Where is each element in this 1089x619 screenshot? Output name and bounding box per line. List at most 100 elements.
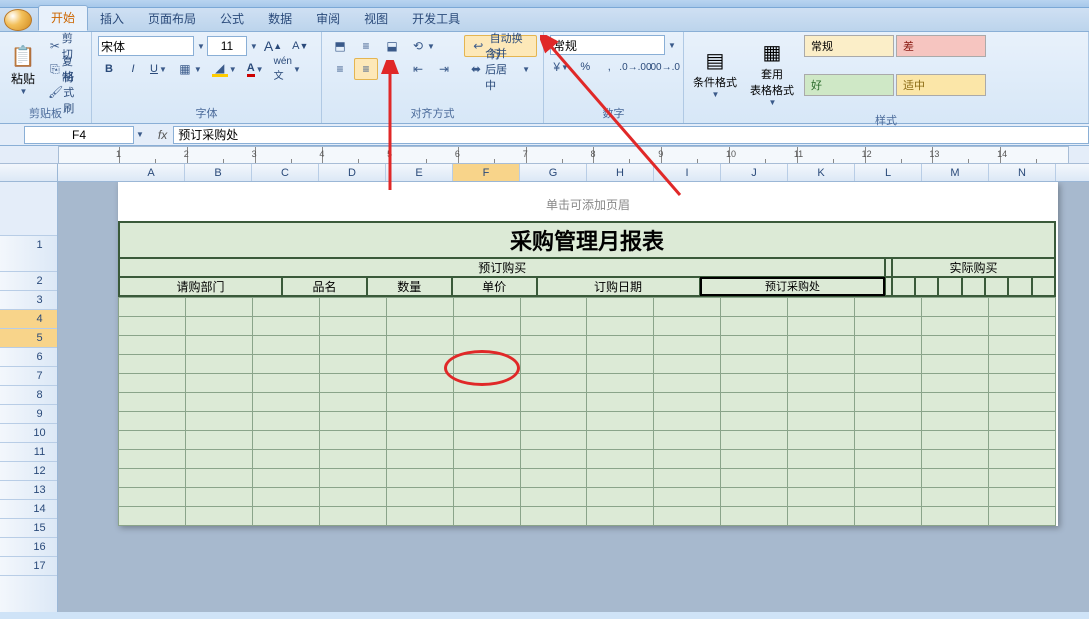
- col-qty[interactable]: 数量: [367, 277, 452, 296]
- ribbon-tabs: 开始 插入 页面布局 公式 数据 审阅 视图 开发工具: [0, 8, 1089, 32]
- col-name[interactable]: 品名: [282, 277, 367, 296]
- phonetic-button[interactable]: wén文▼: [270, 58, 305, 80]
- scissors-icon: ✂: [48, 38, 62, 54]
- head-right[interactable]: 实际购买: [892, 258, 1055, 277]
- fx-icon[interactable]: fx: [158, 128, 167, 142]
- row-header-5[interactable]: 5: [0, 329, 57, 348]
- col-header-D[interactable]: D: [319, 164, 386, 181]
- select-all-corner[interactable]: [0, 164, 58, 181]
- row-header-7[interactable]: 7: [0, 367, 57, 386]
- col-header-E[interactable]: E: [386, 164, 453, 181]
- tab-review[interactable]: 审阅: [304, 7, 352, 31]
- col-header-H[interactable]: H: [587, 164, 654, 181]
- merge-icon: ⬌: [471, 61, 481, 77]
- underline-button[interactable]: U▼: [146, 58, 171, 80]
- row-header-17[interactable]: 17: [0, 557, 57, 576]
- cond-format-button[interactable]: ▤ 条件格式▼: [690, 35, 740, 110]
- cell-styles-gallery[interactable]: 常规 差 好 适中: [804, 35, 986, 110]
- style-bad[interactable]: 差: [896, 35, 986, 57]
- border-button[interactable]: ▦▼: [173, 58, 206, 80]
- row-header-16[interactable]: 16: [0, 538, 57, 557]
- name-box[interactable]: F4: [24, 126, 134, 144]
- col-place[interactable]: 预订采购处: [700, 277, 886, 296]
- tab-layout[interactable]: 页面布局: [136, 7, 208, 31]
- col-header-J[interactable]: J: [721, 164, 788, 181]
- border-icon: ▦: [177, 61, 193, 77]
- row-header-3[interactable]: 3: [0, 291, 57, 310]
- office-button[interactable]: [4, 9, 32, 31]
- bold-button[interactable]: B: [98, 58, 120, 80]
- row-header-13[interactable]: 13: [0, 481, 57, 500]
- col-header-G[interactable]: G: [520, 164, 587, 181]
- head-left[interactable]: 预订购买: [119, 258, 885, 277]
- row-header-1[interactable]: 1: [0, 236, 57, 272]
- style-good[interactable]: 好: [804, 74, 894, 96]
- header-placeholder[interactable]: 单击可添加页眉: [118, 196, 1058, 213]
- paste-button[interactable]: 📋 粘贴 ▼: [6, 35, 40, 103]
- comma-button[interactable]: ,: [598, 56, 620, 78]
- tab-data[interactable]: 数据: [256, 7, 304, 31]
- tab-home[interactable]: 开始: [38, 5, 88, 31]
- row-header-2[interactable]: 2: [0, 272, 57, 291]
- tab-formula[interactable]: 公式: [208, 7, 256, 31]
- row-header-10[interactable]: 10: [0, 424, 57, 443]
- row-header-14[interactable]: 14: [0, 500, 57, 519]
- col-header-C[interactable]: C: [252, 164, 319, 181]
- col-dept[interactable]: 请购部门: [119, 277, 282, 296]
- col-header-M[interactable]: M: [922, 164, 989, 181]
- shrink-font-button[interactable]: A▼: [288, 35, 312, 57]
- tab-view[interactable]: 视图: [352, 7, 400, 31]
- row-header-8[interactable]: 8: [0, 386, 57, 405]
- percent-button[interactable]: %: [574, 56, 596, 78]
- paste-icon: 📋: [9, 42, 37, 70]
- currency-icon: ¥: [553, 59, 560, 75]
- col-header-N[interactable]: N: [989, 164, 1056, 181]
- name-box-dropdown[interactable]: ▼: [136, 130, 144, 139]
- col-price[interactable]: 单价: [452, 277, 537, 296]
- col-header-I[interactable]: I: [654, 164, 721, 181]
- table-format-icon: ▦: [758, 38, 786, 66]
- ribbon: 📋 粘贴 ▼ ✂剪切 ⎘复制 🖌格式刷 剪贴板 ▼ ▼ A▲ A▼: [0, 32, 1089, 124]
- column-headers: ABCDEFGHIJKLMN: [0, 164, 1089, 182]
- col-header-A[interactable]: A: [118, 164, 185, 181]
- inc-decimal-button[interactable]: .0→.00: [622, 56, 648, 78]
- tab-insert[interactable]: 插入: [88, 7, 136, 31]
- align-center-button[interactable]: ≡: [354, 58, 378, 80]
- tab-dev[interactable]: 开发工具: [400, 7, 472, 31]
- row-header-9[interactable]: 9: [0, 405, 57, 424]
- row-header-15[interactable]: 15: [0, 519, 57, 538]
- orientation-button[interactable]: ⟲▼: [406, 35, 439, 57]
- dec-decimal-button[interactable]: .00→.0: [651, 56, 677, 78]
- italic-button[interactable]: I: [122, 58, 144, 80]
- indent-inc-button[interactable]: ⇥: [432, 58, 456, 80]
- font-color-button[interactable]: A▼: [243, 58, 268, 80]
- align-top-button[interactable]: ⬒: [328, 35, 352, 57]
- row-header-11[interactable]: 11: [0, 443, 57, 462]
- indent-dec-button[interactable]: ⇤: [406, 58, 430, 80]
- row-header-6[interactable]: 6: [0, 348, 57, 367]
- number-format-select[interactable]: [550, 35, 665, 55]
- col-header-L[interactable]: L: [855, 164, 922, 181]
- align-left-button[interactable]: ≡: [328, 58, 352, 80]
- row-header-4[interactable]: 4: [0, 310, 57, 329]
- painter-button[interactable]: 🖌格式刷: [44, 81, 85, 103]
- col-date[interactable]: 订购日期: [537, 277, 700, 296]
- table-title[interactable]: 采购管理月报表: [119, 222, 1055, 258]
- col-header-B[interactable]: B: [185, 164, 252, 181]
- align-right-button[interactable]: ≡: [380, 58, 404, 80]
- col-header-K[interactable]: K: [788, 164, 855, 181]
- currency-button[interactable]: ¥▼: [550, 56, 572, 78]
- table-format-button[interactable]: ▦ 套用 表格格式▼: [744, 35, 800, 110]
- align-bottom-button[interactable]: ⬓: [380, 35, 404, 57]
- grow-font-button[interactable]: A▲: [260, 35, 286, 57]
- col-header-F[interactable]: F: [453, 164, 520, 181]
- row-header-12[interactable]: 12: [0, 462, 57, 481]
- fill-color-button[interactable]: ◢▼: [208, 58, 241, 80]
- merge-center-button[interactable]: ⬌合并后居中▼: [464, 58, 537, 80]
- font-size-select[interactable]: [207, 36, 247, 56]
- wrap-icon: ↩: [471, 38, 486, 54]
- align-middle-button[interactable]: ≡: [354, 35, 378, 57]
- font-name-select[interactable]: [98, 36, 194, 56]
- style-normal[interactable]: 常规: [804, 35, 894, 57]
- style-neutral[interactable]: 适中: [896, 74, 986, 96]
